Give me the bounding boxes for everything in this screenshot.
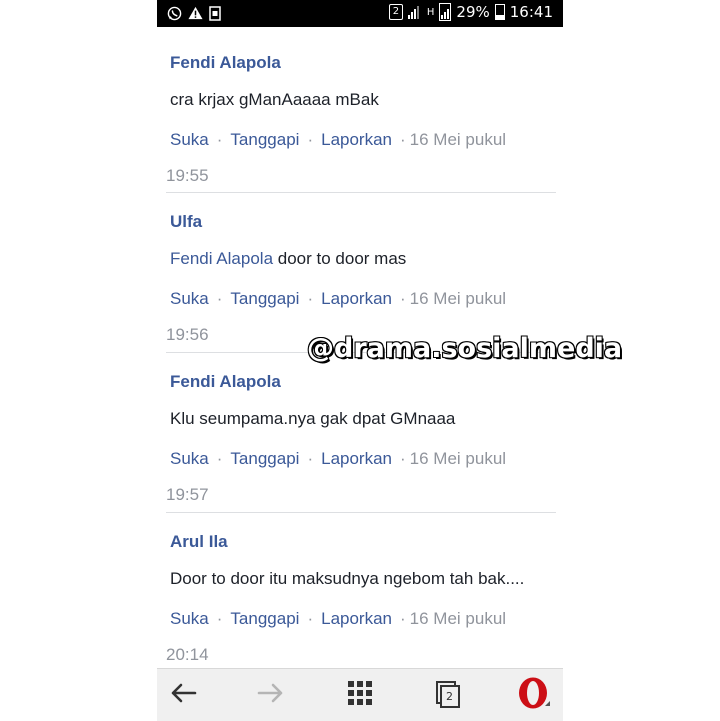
tabs-icon: 2: [435, 681, 461, 709]
comment-date: 16 Mei pukul: [409, 449, 507, 468]
opera-menu-button[interactable]: [514, 677, 554, 713]
warning-icon: [188, 4, 203, 22]
forward-arrow-icon: [257, 682, 285, 709]
like-link[interactable]: Suka: [170, 449, 209, 468]
forward-button[interactable]: [251, 677, 291, 713]
speed-dial-grid-icon: [347, 680, 373, 711]
status-bar-notifications: [167, 4, 221, 22]
like-link[interactable]: Suka: [170, 130, 209, 149]
speed-dial-button[interactable]: [340, 677, 380, 713]
screenshot-icon: [209, 4, 221, 22]
report-link[interactable]: Laporkan: [321, 289, 392, 308]
comment-date: 16 Mei pukul: [409, 130, 507, 149]
tabs-button[interactable]: 2: [428, 677, 468, 713]
separator: ·: [307, 609, 314, 628]
comment-body: Door to door itu maksudnya ngebom tah ba…: [170, 569, 525, 588]
like-link[interactable]: Suka: [170, 289, 209, 308]
comment-time: 19:56: [166, 325, 209, 344]
separator: ·: [400, 609, 406, 628]
report-link[interactable]: Laporkan: [321, 130, 392, 149]
back-button[interactable]: [163, 677, 203, 713]
comment-text: Fendi Alapola door to door mas: [170, 249, 406, 269]
comment-item: Fendi Alapola Klu seumpama.nya gak dpat …: [157, 347, 557, 512]
separator: ·: [400, 449, 406, 468]
comment-body: door to door mas: [277, 249, 407, 268]
comment-time: 19:57: [166, 485, 209, 504]
like-link[interactable]: Suka: [170, 609, 209, 628]
separator: ·: [307, 130, 314, 149]
sim-indicator: 2: [388, 4, 403, 20]
comment-mention[interactable]: Fendi Alapola: [170, 249, 273, 268]
signal-icon: [407, 5, 419, 19]
separator: ·: [307, 449, 314, 468]
comment-author[interactable]: Fendi Alapola: [170, 53, 281, 73]
comment-body: cra krjax gManAaaaa mBak: [170, 90, 379, 109]
separator: ·: [216, 609, 223, 628]
report-link[interactable]: Laporkan: [321, 609, 392, 628]
battery-icon: [494, 4, 505, 20]
comment-actions: Suka · Tanggapi · Laporkan · 16 Mei pukul: [170, 289, 506, 309]
comment-author[interactable]: Fendi Alapola: [170, 372, 281, 392]
reply-link[interactable]: Tanggapi: [230, 130, 299, 149]
comment-author[interactable]: Arul Ila: [170, 532, 228, 552]
network-type: H: [426, 6, 435, 18]
comment-text: Klu seumpama.nya gak dpat GMnaaa: [170, 409, 455, 429]
opera-logo-icon: [517, 676, 551, 715]
separator: ·: [216, 449, 223, 468]
whatsapp-icon: [167, 4, 182, 22]
reply-link[interactable]: Tanggapi: [230, 289, 299, 308]
comment-body: Klu seumpama.nya gak dpat GMnaaa: [170, 409, 456, 428]
comment-author[interactable]: Ulfa: [170, 212, 202, 232]
comment-date: 16 Mei pukul: [409, 609, 507, 628]
report-link[interactable]: Laporkan: [321, 449, 392, 468]
comment-item: Fendi Alapola cra krjax gManAaaaa mBak S…: [157, 27, 557, 192]
comment-text: cra krjax gManAaaaa mBak: [170, 90, 379, 110]
comment-text: Door to door itu maksudnya ngebom tah ba…: [170, 569, 524, 589]
tabs-count: 2: [446, 690, 453, 703]
comment-item: Arul Ila Door to door itu maksudnya ngeb…: [157, 507, 557, 672]
browser-nav-bar: 2: [157, 668, 563, 721]
status-bar: 2 H 29% 16:41: [157, 0, 563, 27]
watermark: @drama.sosialmedia: [306, 332, 623, 365]
comment-actions: Suka · Tanggapi · Laporkan · 16 Mei pukul: [170, 130, 506, 150]
clock: 16:41: [509, 3, 553, 21]
separator: ·: [400, 289, 406, 308]
comment-date: 16 Mei pukul: [409, 289, 507, 308]
signal-icon-2: [439, 3, 452, 21]
back-arrow-icon: [169, 682, 197, 709]
comment-item: Ulfa Fendi Alapola door to door mas Suka…: [157, 187, 557, 352]
comment-actions: Suka · Tanggapi · Laporkan · 16 Mei pukul: [170, 609, 506, 629]
separator: ·: [307, 289, 314, 308]
battery-percent: 29%: [456, 3, 490, 21]
comment-actions: Suka · Tanggapi · Laporkan · 16 Mei pukul: [170, 449, 506, 469]
reply-link[interactable]: Tanggapi: [230, 449, 299, 468]
separator: ·: [216, 289, 223, 308]
reply-link[interactable]: Tanggapi: [230, 609, 299, 628]
separator: ·: [216, 130, 223, 149]
comment-time: 20:14: [166, 645, 209, 664]
status-bar-system: 2 H 29% 16:41: [388, 3, 553, 21]
separator: ·: [400, 130, 406, 149]
comment-time: 19:55: [166, 166, 209, 185]
